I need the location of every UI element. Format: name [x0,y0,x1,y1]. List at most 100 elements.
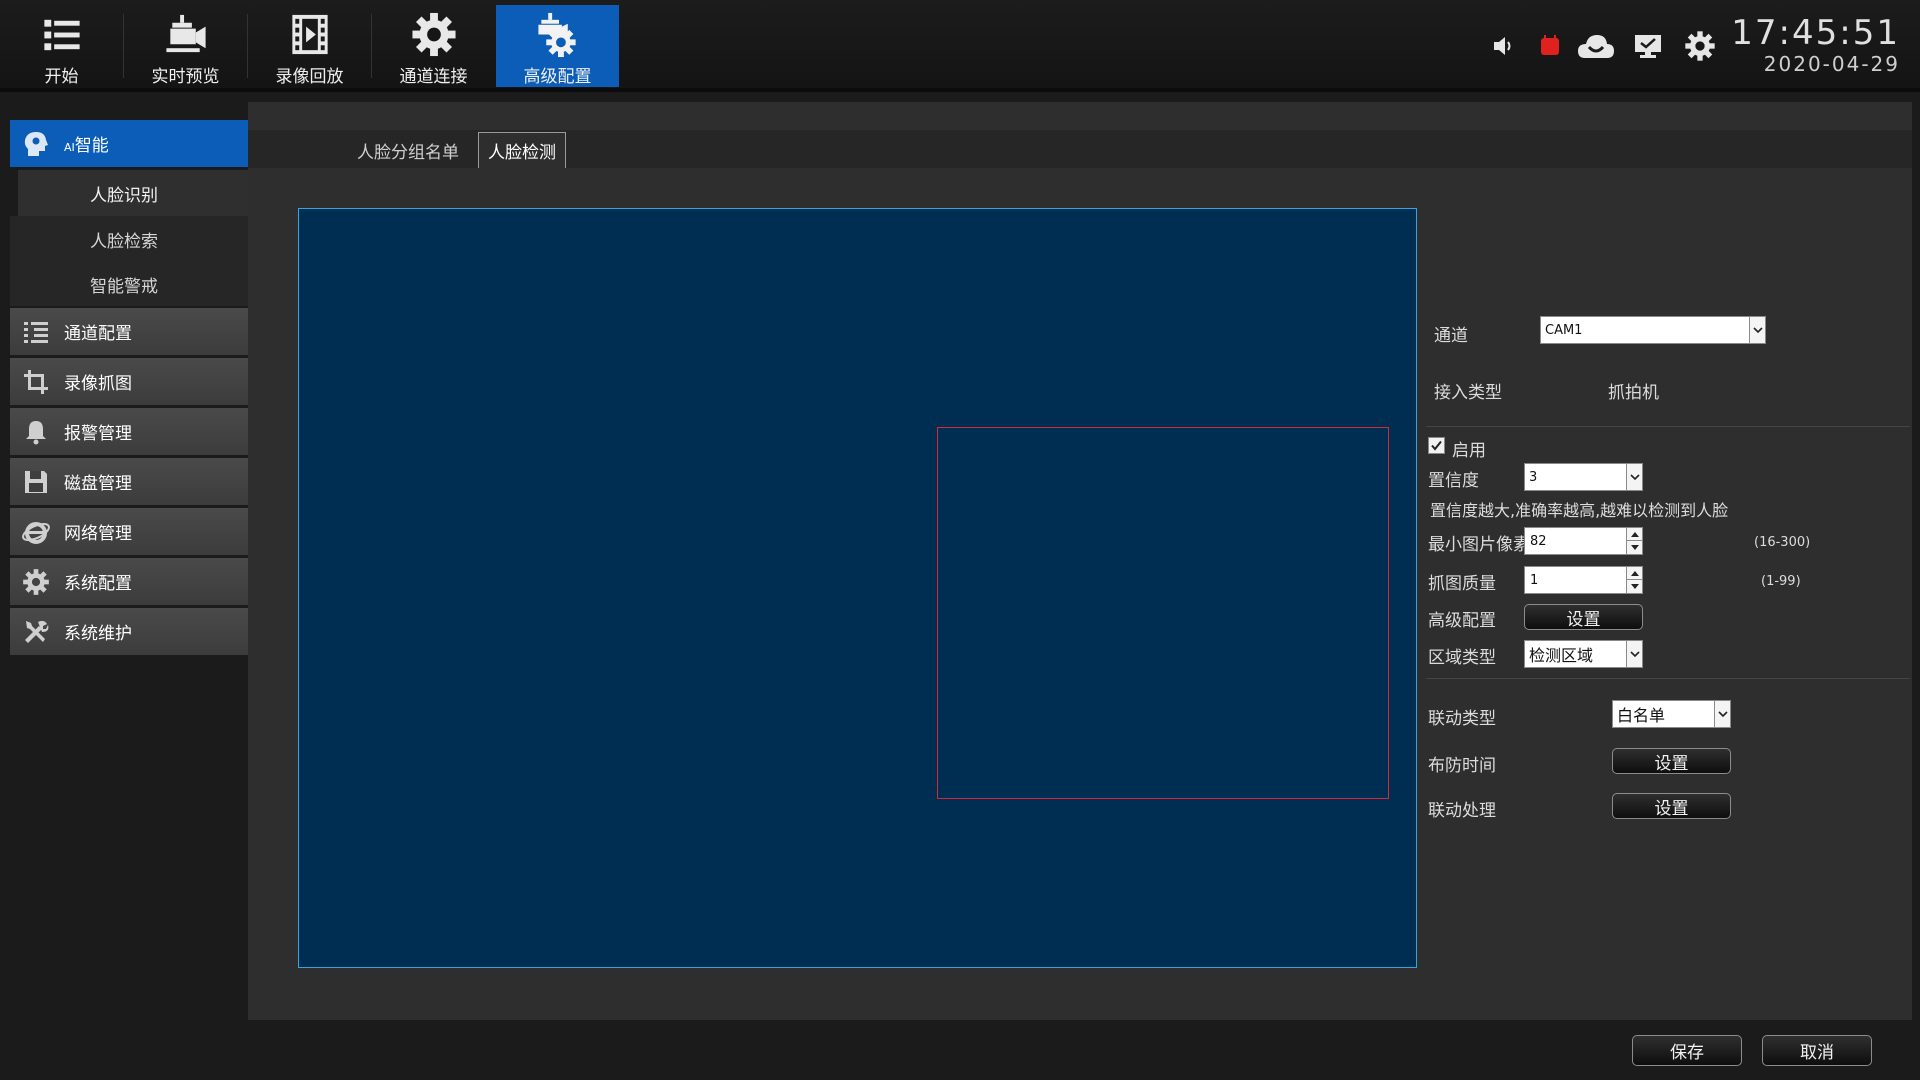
advanced-config-button[interactable]: 设置 [1524,604,1643,630]
confidence-value: 3 [1529,469,1538,485]
button-label: 设置 [1654,753,1689,774]
min-pixel-range: (16-300) [1754,535,1811,550]
disk-icon [20,466,52,498]
tab-label: 人脸分组名单 [357,142,459,163]
tab-bar: 人脸分组名单 人脸检测 [248,130,1912,168]
divider [1426,678,1910,679]
sidebar-sub-face-recognition[interactable]: 人脸识别 [10,170,248,216]
sidebar-item-network-management[interactable]: 网络管理 [10,508,248,558]
chevron-down-icon [1749,317,1765,343]
sidebar-sub-label: 人脸识别 [90,185,158,206]
nav-label: 录像回放 [275,67,344,87]
stepper-up-icon[interactable] [1627,528,1642,541]
record-status-icon [1541,35,1559,55]
sidebar-item-ai[interactable]: AI智能 [10,120,248,170]
sidebar-item-label: 磁盘管理 [64,474,132,494]
detection-region-box[interactable] [937,427,1389,799]
save-button[interactable]: 保存 [1632,1035,1742,1066]
sidebar-item-label: 系统维护 [64,624,132,644]
clock-time: 17:45:51 [1731,13,1900,53]
enable-checkbox[interactable] [1428,437,1445,454]
monitor-button[interactable] [1628,26,1668,66]
enable-label: 启用 [1452,441,1486,461]
ai-badge: AI [64,141,75,154]
channel-select[interactable]: CAM1 [1540,316,1766,344]
min-pixel-stepper[interactable]: 82 [1524,527,1643,555]
clock-date: 2020-04-29 [1763,52,1900,76]
network-icon [20,516,52,548]
schedule-button[interactable]: 设置 [1612,748,1731,774]
tab-face-detection[interactable]: 人脸检测 [478,132,566,168]
nav-label: 高级配置 [523,67,592,87]
channel-label: 通道 [1434,326,1468,346]
nav-advanced-config[interactable]: 高级配置 [496,5,619,87]
sidebar-sub-face-search[interactable]: 人脸检索 [10,216,248,262]
volume-icon [1494,37,1511,55]
list-icon [43,19,80,51]
sidebar-sub-smart-alert[interactable]: 智能警戒 [10,262,248,308]
button-label: 保存 [1670,1043,1704,1063]
region-type-value: 检测区域 [1529,646,1594,665]
cloud-button[interactable] [1576,26,1616,66]
confidence-select[interactable]: 3 [1524,463,1643,491]
quality-label: 抓图质量 [1428,574,1496,594]
sidebar-item-system-maintenance[interactable]: 系统维护 [10,608,248,658]
chevron-down-icon [1626,641,1642,667]
tab-label: 人脸检测 [488,143,556,163]
nav-start[interactable]: 开始 [0,5,123,87]
chevron-down-icon [1714,701,1730,727]
linkage-action-label: 联动处理 [1428,801,1496,821]
region-type-label: 区域类型 [1428,648,1496,668]
region-type-select[interactable]: 检测区域 [1524,640,1643,668]
sidebar-item-label: 录像抓图 [64,374,132,394]
confidence-label: 置信度 [1428,471,1479,491]
monitor-icon [1635,35,1661,58]
advanced-settings-icon [537,12,576,58]
nav-label: 实时预览 [151,67,220,87]
divider [1426,426,1910,427]
sidebar: AI智能 人脸识别 人脸检索 智能警戒 通道配置 录像抓图 报警管理 磁盘管理 … [10,120,248,658]
stepper-down-icon[interactable] [1627,541,1642,554]
button-label: 取消 [1800,1043,1834,1063]
content-area: 人脸分组名单 人脸检测 通道 CAM1 接入类型 抓拍机 启用 置信度 3 置信… [248,102,1912,1020]
ai-head-icon [20,128,52,160]
linkage-type-value: 白名单 [1617,706,1666,725]
confidence-note: 置信度越大,准确率越高,越难以检测到人脸 [1430,501,1729,520]
sidebar-item-label: 网络管理 [64,524,132,544]
channel-value: CAM1 [1545,322,1583,338]
sidebar-item-system-config[interactable]: 系统配置 [10,558,248,608]
stepper-up-icon[interactable] [1627,567,1642,580]
channel-config-icon [20,316,52,348]
cancel-button[interactable]: 取消 [1762,1035,1872,1066]
nav-label: 通道连接 [399,67,468,87]
nav-playback[interactable]: 录像回放 [248,5,371,87]
min-pixel-label: 最小图片像素 [1428,535,1530,555]
system-gear-icon [20,566,52,598]
settings-button[interactable] [1680,26,1720,66]
linkage-type-label: 联动类型 [1428,709,1496,729]
linkage-action-button[interactable]: 设置 [1612,793,1731,819]
camera-icon [165,14,206,53]
check-icon [1431,440,1442,451]
sidebar-item-record-capture[interactable]: 录像抓图 [10,358,248,408]
volume-button[interactable] [1484,26,1524,66]
button-label: 设置 [1566,609,1601,630]
sidebar-item-alarm-management[interactable]: 报警管理 [10,408,248,458]
cloud-icon [1578,35,1614,58]
advanced-config-label: 高级配置 [1428,611,1496,631]
video-preview[interactable] [298,208,1417,968]
nav-channel-connect[interactable]: 通道连接 [372,5,495,87]
nav-live-preview[interactable]: 实时预览 [124,5,247,87]
stepper-buttons [1626,528,1642,554]
top-nav-bar: 开始 实时预览 录像回放 通道连接 高级配置 17:45:51 2020-04-… [0,0,1920,92]
sidebar-sub-label: 智能警戒 [90,276,158,297]
tab-face-group-list[interactable]: 人脸分组名单 [350,132,466,168]
sidebar-item-disk-management[interactable]: 磁盘管理 [10,458,248,508]
linkage-type-select[interactable]: 白名单 [1612,700,1731,728]
quality-stepper[interactable]: 1 [1524,566,1643,594]
app-root: 开始 实时预览 录像回放 通道连接 高级配置 17:45:51 2020-04-… [0,0,1920,1080]
sidebar-item-channel-config[interactable]: 通道配置 [10,308,248,358]
gear-icon [411,12,456,57]
stepper-down-icon[interactable] [1627,580,1642,593]
record-status[interactable] [1530,26,1570,66]
